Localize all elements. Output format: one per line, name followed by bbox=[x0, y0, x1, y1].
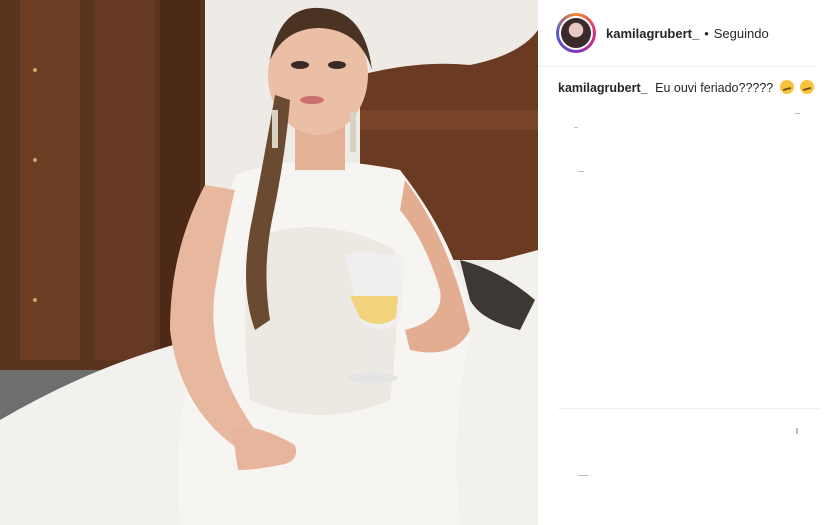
artifact-speck bbox=[574, 127, 578, 128]
avatar-story-ring[interactable] bbox=[556, 13, 596, 53]
thinking-face-icon bbox=[779, 80, 794, 94]
artifact-speck bbox=[795, 113, 800, 114]
artifact-speck bbox=[578, 171, 584, 172]
header-username-link[interactable]: kamilagrubert_ bbox=[606, 26, 699, 41]
post-header: kamilagrubert_ • Seguindo bbox=[538, 0, 818, 67]
artifact-speck bbox=[796, 428, 798, 434]
post-side-panel: kamilagrubert_ • Seguindo kamilagrubert_… bbox=[538, 0, 835, 525]
artifact-speck bbox=[578, 475, 588, 476]
panel-divider bbox=[558, 408, 820, 409]
caption-username-link[interactable]: kamilagrubert_ bbox=[558, 81, 648, 95]
thinking-face-icon bbox=[800, 80, 815, 94]
avatar[interactable] bbox=[559, 16, 593, 50]
post-photo-illustration bbox=[0, 0, 538, 525]
post-photo[interactable] bbox=[0, 0, 538, 525]
header-separator: • bbox=[704, 25, 709, 41]
caption-text: Eu ouvi feriado????? bbox=[655, 81, 774, 95]
follow-status-button[interactable]: Seguindo bbox=[714, 26, 769, 41]
post-caption: kamilagrubert_ Eu ouvi feriado????? bbox=[558, 80, 818, 96]
